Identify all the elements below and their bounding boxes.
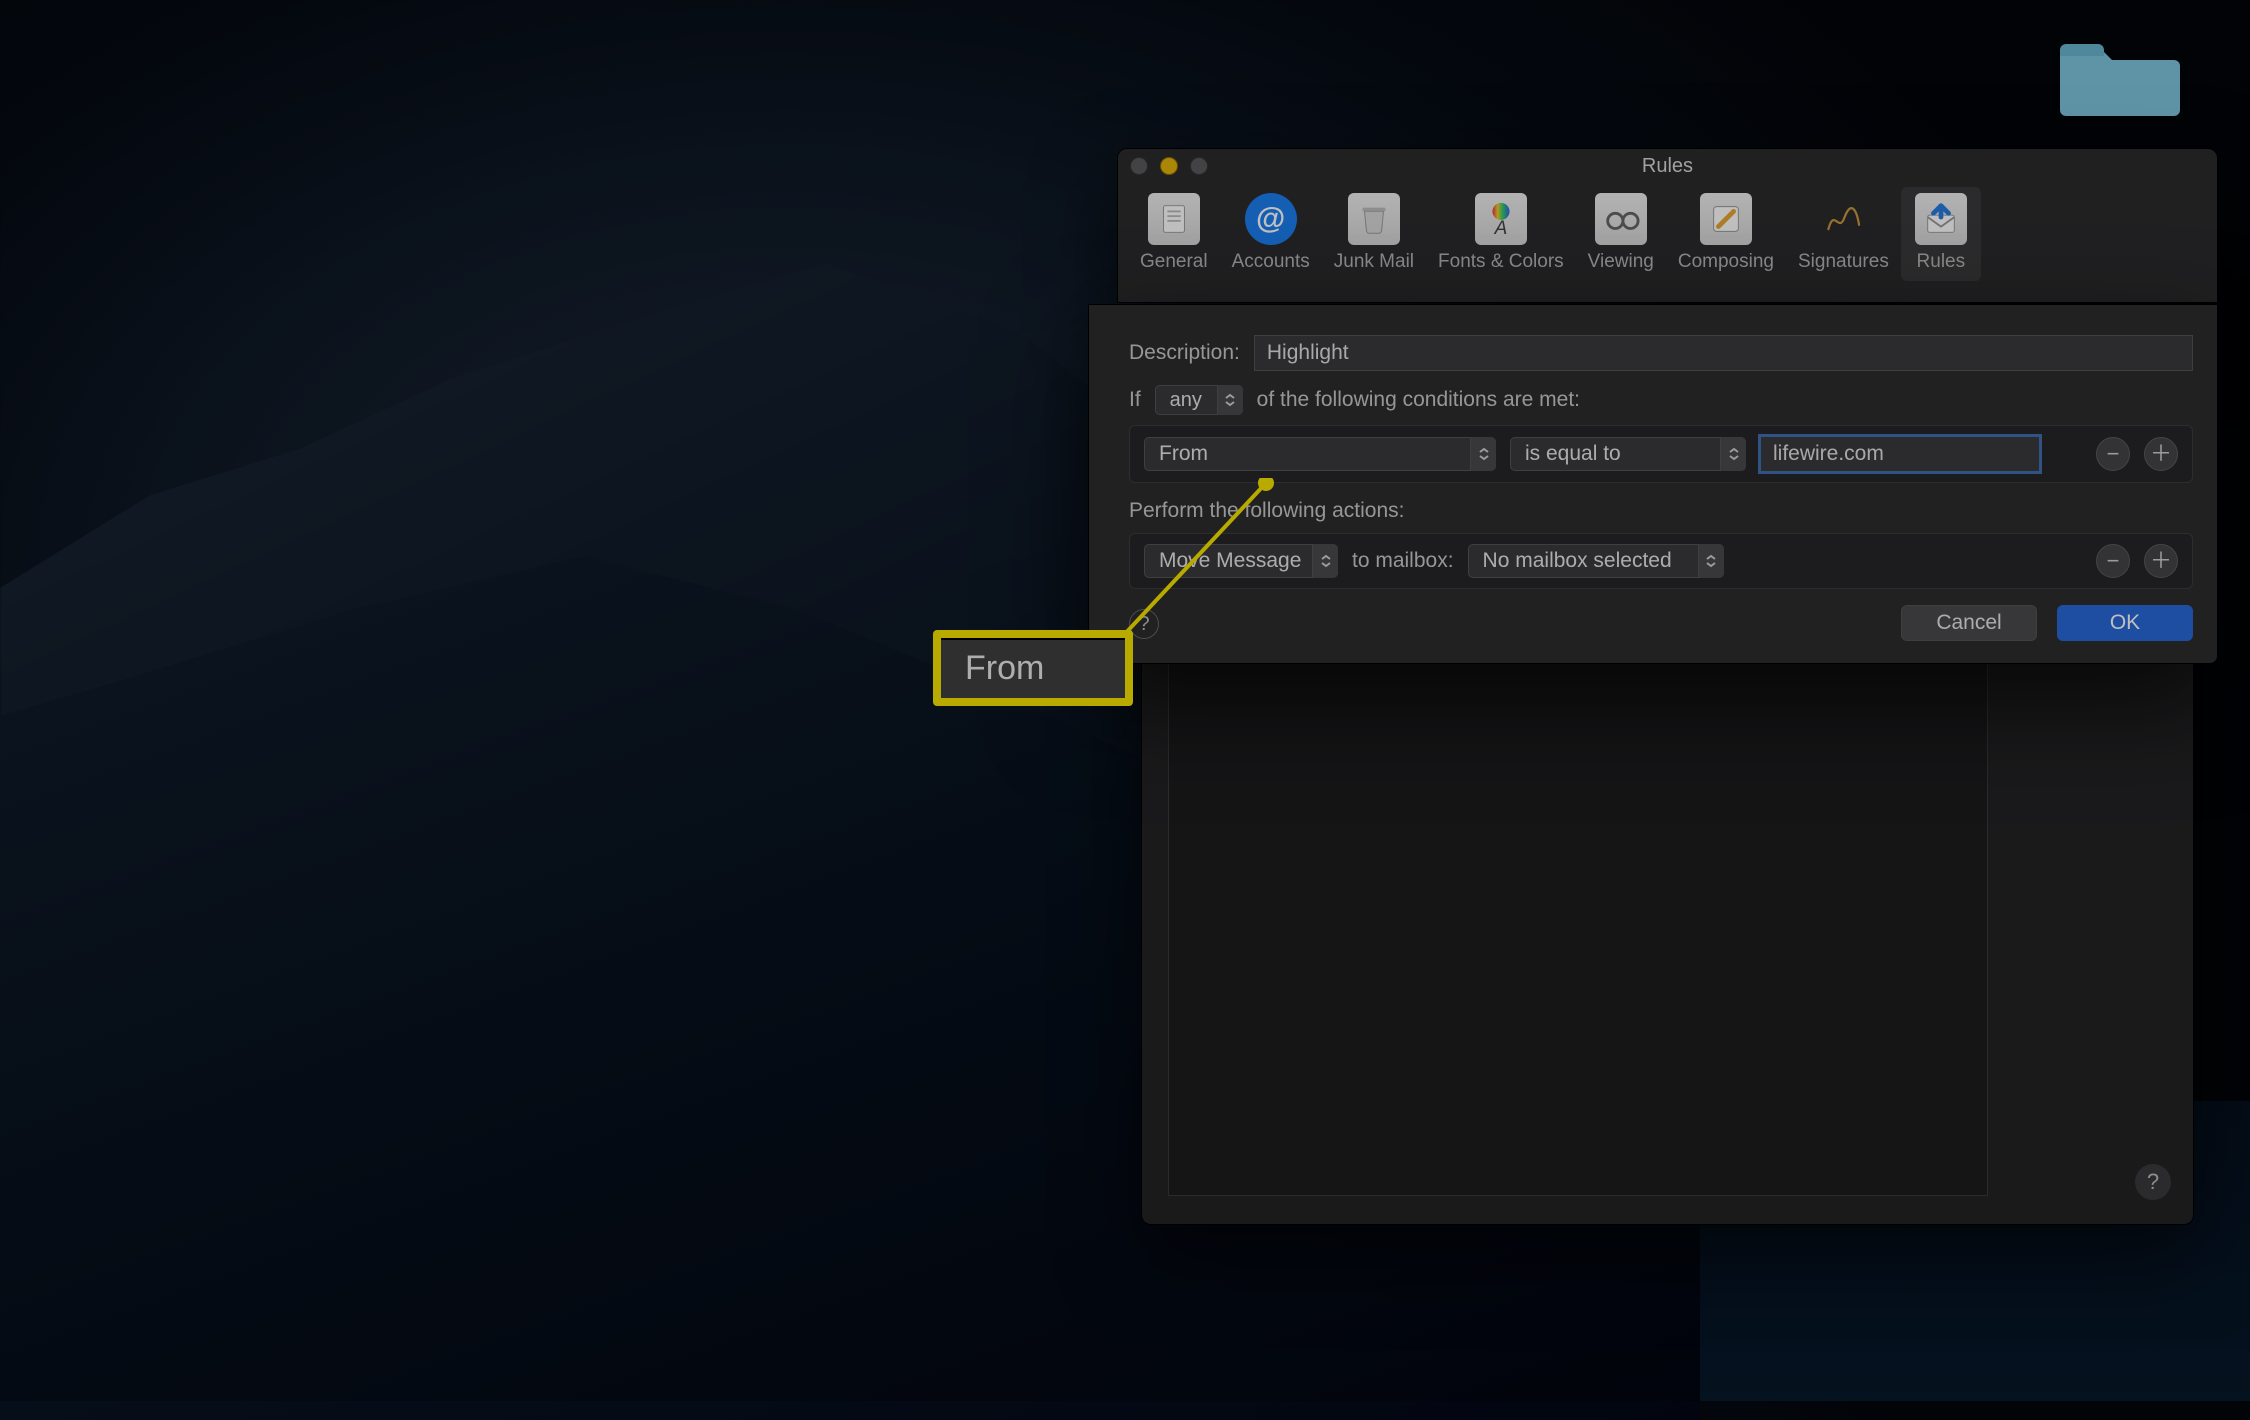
actions-label: Perform the following actions: bbox=[1129, 499, 1404, 523]
condition-operator-popup[interactable]: is equal to bbox=[1510, 437, 1746, 471]
tab-accounts[interactable]: @ Accounts bbox=[1220, 187, 1322, 281]
popup-value: any bbox=[1170, 389, 1202, 412]
remove-action-button[interactable]: − bbox=[2096, 544, 2130, 578]
add-action-button[interactable]: ＋ bbox=[2144, 544, 2178, 578]
action-type-popup[interactable]: Move Message bbox=[1144, 544, 1338, 578]
annotation-callout: From bbox=[933, 630, 1133, 706]
cancel-button[interactable]: Cancel bbox=[1901, 605, 2037, 641]
svg-text:A: A bbox=[1494, 218, 1508, 238]
tab-label: Junk Mail bbox=[1334, 251, 1414, 273]
junk-mail-icon bbox=[1348, 193, 1400, 245]
popup-value: From bbox=[1159, 442, 1208, 466]
popup-value: Move Message bbox=[1159, 549, 1301, 573]
conditions-tail-label: of the following conditions are met: bbox=[1257, 388, 1580, 412]
tab-general[interactable]: General bbox=[1128, 187, 1220, 281]
ok-button[interactable]: OK bbox=[2057, 605, 2193, 641]
tab-junk-mail[interactable]: Junk Mail bbox=[1322, 187, 1426, 281]
accounts-icon: @ bbox=[1245, 193, 1297, 245]
chevron-updown-icon bbox=[1312, 544, 1338, 578]
condition-value-input[interactable] bbox=[1760, 436, 2040, 472]
any-all-popup[interactable]: any bbox=[1155, 385, 1243, 415]
tab-composing[interactable]: Composing bbox=[1666, 187, 1786, 281]
desktop-folder[interactable] bbox=[2060, 30, 2180, 118]
chevron-updown-icon bbox=[1217, 385, 1243, 415]
fonts-colors-icon: A bbox=[1475, 193, 1527, 245]
popup-value: No mailbox selected bbox=[1483, 549, 1672, 573]
chevron-updown-icon bbox=[1470, 437, 1496, 471]
action-mailbox-popup[interactable]: No mailbox selected bbox=[1468, 544, 1724, 578]
help-button[interactable]: ? bbox=[2135, 1164, 2171, 1200]
rule-editor-sheet: Description: If any of the following con… bbox=[1088, 304, 2218, 664]
mail-preferences-window: Rules General @ Accounts Junk Mail A bbox=[1117, 148, 2218, 303]
rules-icon bbox=[1915, 193, 1967, 245]
tab-rules[interactable]: Rules bbox=[1901, 187, 1981, 281]
if-label: If bbox=[1129, 388, 1141, 412]
tab-signatures[interactable]: Signatures bbox=[1786, 187, 1901, 281]
sheet-help-button[interactable]: ? bbox=[1129, 609, 1159, 639]
chevron-updown-icon bbox=[1698, 544, 1724, 578]
tab-label: Fonts & Colors bbox=[1438, 251, 1564, 273]
tab-viewing[interactable]: Viewing bbox=[1576, 187, 1666, 281]
tab-label: Signatures bbox=[1798, 251, 1889, 273]
tab-label: Composing bbox=[1678, 251, 1774, 273]
annotation-text: From bbox=[965, 649, 1044, 688]
tab-label: Rules bbox=[1917, 251, 1966, 273]
action-row: Move Message to mailbox: No mailbox sele… bbox=[1129, 533, 2193, 589]
general-icon bbox=[1148, 193, 1200, 245]
button-label: OK bbox=[2110, 611, 2140, 635]
button-label: Cancel bbox=[1936, 611, 2001, 635]
viewing-icon bbox=[1595, 193, 1647, 245]
tab-label: General bbox=[1140, 251, 1208, 273]
chevron-updown-icon bbox=[1720, 437, 1746, 471]
remove-condition-button[interactable]: − bbox=[2096, 437, 2130, 471]
tab-label: Viewing bbox=[1588, 251, 1654, 273]
description-label: Description: bbox=[1129, 341, 1240, 365]
to-mailbox-label: to mailbox: bbox=[1352, 549, 1454, 573]
window-title: Rules bbox=[1118, 155, 2217, 178]
signatures-icon bbox=[1817, 193, 1869, 245]
tab-label: Accounts bbox=[1232, 251, 1310, 273]
add-condition-button[interactable]: ＋ bbox=[2144, 437, 2178, 471]
tab-fonts-colors[interactable]: A Fonts & Colors bbox=[1426, 187, 1576, 281]
prefs-toolbar: General @ Accounts Junk Mail A Fonts & C… bbox=[1118, 183, 2217, 281]
window-titlebar[interactable]: Rules bbox=[1118, 149, 2217, 183]
description-input[interactable] bbox=[1254, 335, 2193, 371]
condition-row: From is equal to − ＋ bbox=[1129, 425, 2193, 483]
condition-field-popup[interactable]: From bbox=[1144, 437, 1496, 471]
composing-icon bbox=[1700, 193, 1752, 245]
popup-value: is equal to bbox=[1525, 442, 1621, 466]
